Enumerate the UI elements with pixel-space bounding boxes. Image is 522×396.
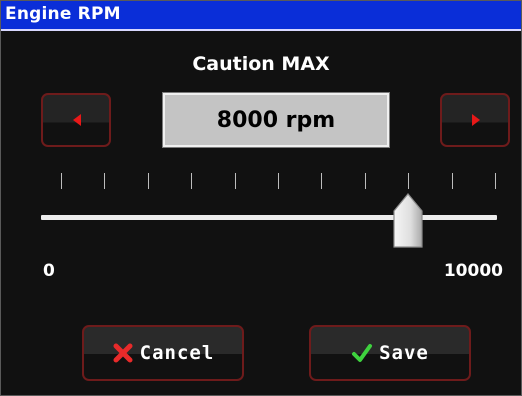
slider-min-label: 0: [43, 261, 55, 281]
slider-tick: [451, 173, 453, 189]
engine-rpm-dialog: Engine RPM Caution MAX 8000 rpm 0 10000 …: [0, 0, 522, 396]
save-button[interactable]: Save: [309, 325, 471, 381]
slider-tick: [408, 173, 410, 189]
slider-track[interactable]: [41, 215, 497, 220]
slider-max-label: 10000: [443, 261, 503, 281]
checkmark-icon: [352, 344, 373, 362]
setting-label: Caution MAX: [192, 53, 330, 75]
slider-tick: [234, 173, 236, 189]
slider-tick: [495, 173, 496, 189]
slider-tick: [147, 173, 149, 189]
title-bar: Engine RPM: [1, 1, 521, 31]
window-title: Engine RPM: [5, 4, 121, 24]
decrease-button[interactable]: [41, 93, 111, 147]
increase-button[interactable]: [440, 93, 510, 147]
slider-tick: [278, 173, 279, 189]
x-icon: [113, 343, 133, 363]
right-arrow-icon: [472, 114, 480, 126]
save-label: Save: [379, 342, 429, 364]
slider-thumb[interactable]: [393, 193, 423, 248]
cancel-label: Cancel: [139, 342, 215, 364]
slider-tick: [104, 173, 106, 189]
slider-tick: [61, 173, 62, 189]
slider-tick-marks: [1, 173, 521, 193]
slider-tick: [191, 173, 193, 189]
slider-tick: [321, 173, 323, 189]
cancel-button[interactable]: Cancel: [82, 325, 244, 381]
value-display: 8000 rpm: [162, 92, 390, 148]
slider-tick: [364, 173, 366, 189]
left-arrow-icon: [73, 114, 81, 126]
